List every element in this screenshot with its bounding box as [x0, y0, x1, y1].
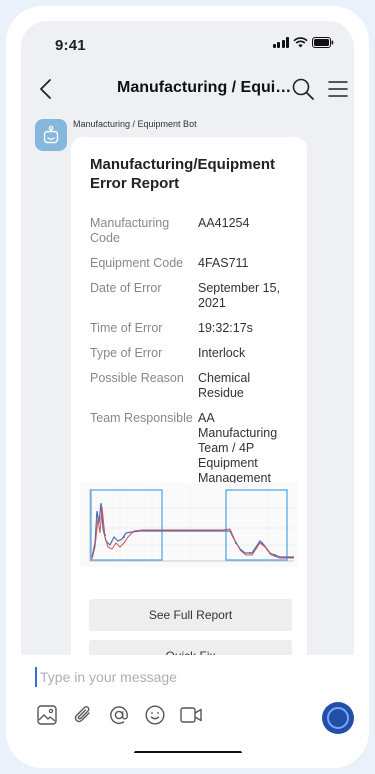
message-composer: [21, 655, 354, 753]
composer-toolbar: [35, 703, 203, 727]
field-value: Chemical Residue: [198, 371, 251, 400]
chat-title: Manufacturing / Equi…: [117, 79, 292, 96]
field-value: Interlock: [198, 346, 246, 360]
wifi-icon: [293, 37, 308, 48]
home-indicator: [134, 751, 242, 753]
field-row-type-of-error: Type of Error Interlock: [90, 346, 300, 361]
robot-icon: [43, 125, 59, 144]
field-row-equipment-code: Equipment Code 4FAS711: [90, 256, 300, 271]
field-label: Possible Reason: [90, 371, 184, 385]
paperclip-icon[interactable]: [71, 703, 95, 727]
message-input[interactable]: [35, 667, 335, 687]
field-label: Equipment Code: [90, 256, 184, 270]
at-sign-icon[interactable]: [107, 703, 131, 727]
hamburger-menu-icon[interactable]: [327, 77, 349, 101]
emoji-icon[interactable]: [143, 703, 167, 727]
field-row-manufacturing-code: Manufacturing Code AA41254: [90, 216, 300, 246]
signal-icon: [272, 37, 289, 48]
error-trend-chart-image[interactable]: [80, 483, 298, 567]
see-full-report-button[interactable]: See Full Report: [89, 599, 292, 631]
field-row-time-of-error: Time of Error 19:32:17s: [90, 321, 300, 336]
chat-screen: 9:41 Manufacturing / Equi… Manufacturing…: [21, 21, 354, 753]
bot-avatar[interactable]: [35, 119, 67, 151]
field-row-possible-reason: Possible Reason Chemical Residue: [90, 371, 300, 401]
search-icon[interactable]: [290, 76, 316, 102]
video-camera-icon[interactable]: [179, 703, 203, 727]
status-icons: [272, 37, 335, 48]
status-bar: 9:41: [21, 21, 354, 61]
status-time: 9:41: [55, 37, 86, 54]
send-button[interactable]: [322, 702, 354, 734]
field-label: Time of Error: [90, 321, 163, 335]
top-nav-bar: Manufacturing / Equi…: [21, 69, 354, 109]
field-label: Manufacturing Code: [90, 216, 170, 245]
field-value: 4FAS711: [198, 256, 249, 270]
field-label: Type of Error: [90, 346, 163, 360]
field-label: Date of Error: [90, 281, 162, 295]
image-icon[interactable]: [35, 703, 59, 727]
battery-icon: [312, 37, 334, 48]
report-fields: Manufacturing Code AA41254 Equipment Cod…: [90, 216, 300, 511]
field-value: 19:32:17s: [198, 321, 253, 335]
send-circle-icon: [327, 707, 349, 729]
phone-frame: 9:41 Manufacturing / Equi… Manufacturing…: [6, 6, 369, 768]
field-value: AA41254: [198, 216, 250, 230]
field-row-date-of-error: Date of Error September 15, 2021: [90, 281, 300, 311]
bot-name: Manufacturing / Equipment Bot: [73, 119, 197, 129]
chevron-left-icon[interactable]: [35, 77, 59, 101]
field-value: September 15, 2021: [198, 281, 280, 310]
error-report-card: Manufacturing/Equipment Error Report Man…: [71, 137, 307, 697]
report-title: Manufacturing/Equipment Error Report: [90, 156, 275, 192]
